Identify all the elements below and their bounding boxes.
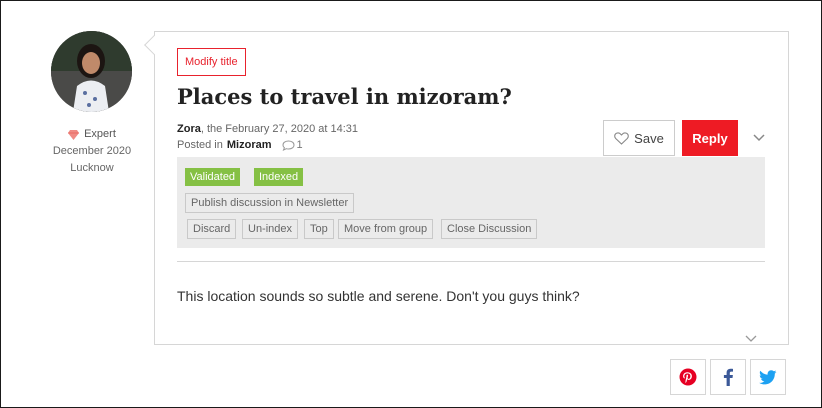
post-date: , the February 27, 2020 at 14:31 (200, 123, 359, 135)
discard-button[interactable]: Discard (187, 219, 237, 239)
author-location: Lucknow (70, 162, 114, 174)
move-from-group-button[interactable]: Move from group (338, 219, 434, 239)
publish-newsletter-button[interactable]: Publish discussion in Newsletter (185, 193, 355, 213)
indexed-tag: Indexed (254, 168, 304, 186)
comment-count[interactable]: 1 (281, 137, 303, 153)
close-discussion-button[interactable]: Close Discussion (441, 219, 538, 239)
content-divider (177, 261, 765, 262)
author-badge-label: Expert (84, 128, 116, 140)
modify-title-button[interactable]: Modify title (177, 48, 246, 76)
author-avatar[interactable] (51, 31, 132, 112)
posted-in: Posted in Mizoram 1 (177, 137, 303, 153)
save-label: Save (634, 130, 664, 146)
pinterest-icon (679, 368, 697, 386)
post-title: Places to travel in mizoram? (177, 84, 512, 109)
twitter-icon (759, 369, 777, 384)
facebook-icon (723, 368, 733, 386)
share-twitter-button[interactable] (750, 359, 786, 395)
expand-chevron-icon[interactable] (744, 334, 758, 344)
share-facebook-button[interactable] (710, 359, 746, 395)
expert-badge: Expert (40, 126, 144, 143)
post-body: This location sounds so subtle and seren… (177, 288, 580, 304)
post-byline: Zora, the February 27, 2020 at 14:31 (177, 121, 358, 137)
author-meta: Expert December 2020 Lucknow (40, 126, 144, 177)
member-since: December 2020 (52, 145, 132, 157)
comment-count-value: 1 (296, 139, 303, 151)
validated-tag: Validated (185, 168, 241, 186)
reply-button[interactable]: Reply (682, 120, 738, 156)
posted-in-label: Posted in (177, 139, 223, 151)
top-button[interactable]: Top (304, 219, 334, 239)
unindex-button[interactable]: Un-index (242, 219, 299, 239)
share-pinterest-button[interactable] (670, 359, 706, 395)
gem-icon (68, 129, 80, 140)
comment-icon (281, 139, 295, 151)
heart-icon (614, 131, 630, 145)
author-name-link[interactable]: Zora (177, 123, 201, 135)
save-button[interactable]: Save (603, 120, 675, 156)
group-link[interactable]: Mizoram (227, 137, 272, 153)
chevron-down-icon[interactable] (752, 132, 766, 144)
